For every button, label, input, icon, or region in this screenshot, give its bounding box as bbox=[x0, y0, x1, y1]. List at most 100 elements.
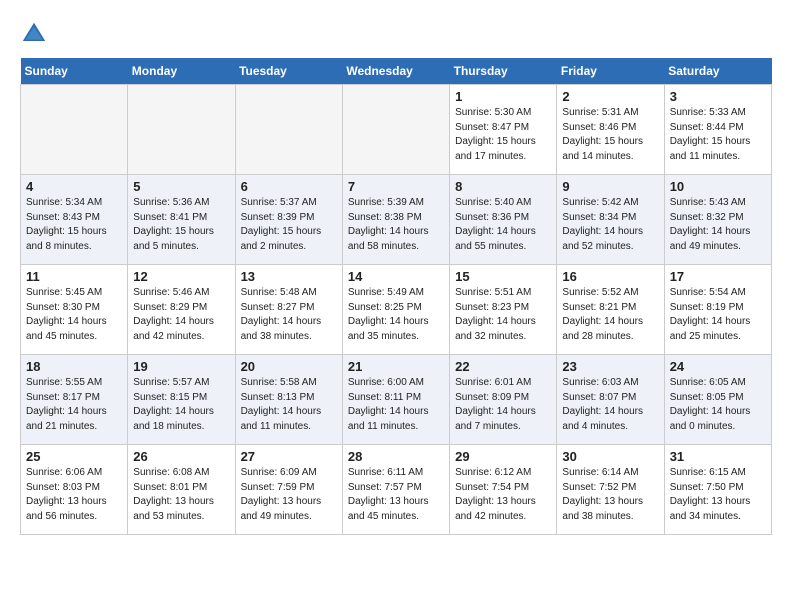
day-number: 22 bbox=[455, 359, 551, 374]
calendar-cell: 3 Sunrise: 5:33 AM Sunset: 8:44 PM Daylig… bbox=[664, 85, 771, 175]
calendar-cell: 29 Sunrise: 6:12 AM Sunset: 7:54 PM Dayli… bbox=[450, 445, 557, 535]
day-info: Sunrise: 5:45 AM Sunset: 8:30 PM Dayligh… bbox=[26, 286, 122, 344]
calendar-cell: 11 Sunrise: 5:45 AM Sunset: 8:30 PM Dayli… bbox=[21, 265, 128, 355]
calendar-cell: 21 Sunrise: 6:00 AM Sunset: 8:11 PM Dayli… bbox=[342, 355, 449, 445]
calendar-cell: 18Sunrise: 5:55 AM Sunset: 8:17 PM Dayli… bbox=[21, 355, 128, 445]
day-number: 9 bbox=[562, 179, 658, 194]
day-number: 4 bbox=[26, 179, 122, 194]
day-info: Sunrise: 6:00 AM Sunset: 8:11 PM Dayligh… bbox=[348, 376, 444, 434]
day-number: 12 bbox=[133, 269, 229, 284]
calendar-cell bbox=[21, 85, 128, 175]
day-number: 5 bbox=[133, 179, 229, 194]
day-info: Sunrise: 6:01 AM Sunset: 8:09 PM Dayligh… bbox=[455, 376, 551, 434]
calendar-cell: 4 Sunrise: 5:34 AM Sunset: 8:43 PM Daylig… bbox=[21, 175, 128, 265]
logo bbox=[20, 20, 52, 48]
day-info: Sunrise: 5:57 AM Sunset: 8:15 PM Dayligh… bbox=[133, 376, 229, 434]
weekday-header-thursday: Thursday bbox=[450, 58, 557, 85]
calendar-cell: 1Sunrise: 5:30 AM Sunset: 8:47 PM Daylig… bbox=[450, 85, 557, 175]
week-row-2: 4 Sunrise: 5:34 AM Sunset: 8:43 PM Daylig… bbox=[21, 175, 772, 265]
day-number: 7 bbox=[348, 179, 444, 194]
calendar-cell: 22 Sunrise: 6:01 AM Sunset: 8:09 PM Dayli… bbox=[450, 355, 557, 445]
calendar-cell: 9 Sunrise: 5:42 AM Sunset: 8:34 PM Daylig… bbox=[557, 175, 664, 265]
calendar-cell: 19 Sunrise: 5:57 AM Sunset: 8:15 PM Dayli… bbox=[128, 355, 235, 445]
day-number: 18 bbox=[26, 359, 122, 374]
weekday-header-sunday: Sunday bbox=[21, 58, 128, 85]
logo-icon bbox=[20, 20, 48, 48]
calendar-cell bbox=[128, 85, 235, 175]
day-info: Sunrise: 6:11 AM Sunset: 7:57 PM Dayligh… bbox=[348, 466, 444, 524]
day-number: 21 bbox=[348, 359, 444, 374]
weekday-header-friday: Friday bbox=[557, 58, 664, 85]
weekday-header-tuesday: Tuesday bbox=[235, 58, 342, 85]
day-info: Sunrise: 5:36 AM Sunset: 8:41 PM Dayligh… bbox=[133, 196, 229, 254]
day-info: Sunrise: 5:42 AM Sunset: 8:34 PM Dayligh… bbox=[562, 196, 658, 254]
day-number: 28 bbox=[348, 449, 444, 464]
day-number: 30 bbox=[562, 449, 658, 464]
day-number: 27 bbox=[241, 449, 337, 464]
day-number: 13 bbox=[241, 269, 337, 284]
day-number: 2 bbox=[562, 89, 658, 104]
week-row-1: 1Sunrise: 5:30 AM Sunset: 8:47 PM Daylig… bbox=[21, 85, 772, 175]
day-info: Sunrise: 5:39 AM Sunset: 8:38 PM Dayligh… bbox=[348, 196, 444, 254]
day-number: 19 bbox=[133, 359, 229, 374]
day-info: Sunrise: 5:48 AM Sunset: 8:27 PM Dayligh… bbox=[241, 286, 337, 344]
day-info: Sunrise: 5:31 AM Sunset: 8:46 PM Dayligh… bbox=[562, 106, 658, 164]
calendar-cell: 16Sunrise: 5:52 AM Sunset: 8:21 PM Dayli… bbox=[557, 265, 664, 355]
day-number: 1 bbox=[455, 89, 551, 104]
day-info: Sunrise: 5:34 AM Sunset: 8:43 PM Dayligh… bbox=[26, 196, 122, 254]
calendar-cell: 7 Sunrise: 5:39 AM Sunset: 8:38 PM Daylig… bbox=[342, 175, 449, 265]
day-info: Sunrise: 5:58 AM Sunset: 8:13 PM Dayligh… bbox=[241, 376, 337, 434]
day-info: Sunrise: 6:15 AM Sunset: 7:50 PM Dayligh… bbox=[670, 466, 766, 524]
day-info: Sunrise: 5:33 AM Sunset: 8:44 PM Dayligh… bbox=[670, 106, 766, 164]
calendar-cell: 6Sunrise: 5:37 AM Sunset: 8:39 PM Daylig… bbox=[235, 175, 342, 265]
day-number: 24 bbox=[670, 359, 766, 374]
calendar-cell: 27Sunrise: 6:09 AM Sunset: 7:59 PM Dayli… bbox=[235, 445, 342, 535]
calendar-cell: 10Sunrise: 5:43 AM Sunset: 8:32 PM Dayli… bbox=[664, 175, 771, 265]
calendar-cell: 14Sunrise: 5:49 AM Sunset: 8:25 PM Dayli… bbox=[342, 265, 449, 355]
day-number: 23 bbox=[562, 359, 658, 374]
weekday-header-saturday: Saturday bbox=[664, 58, 771, 85]
weekday-header-wednesday: Wednesday bbox=[342, 58, 449, 85]
calendar-cell: 2 Sunrise: 5:31 AM Sunset: 8:46 PM Daylig… bbox=[557, 85, 664, 175]
day-info: Sunrise: 6:05 AM Sunset: 8:05 PM Dayligh… bbox=[670, 376, 766, 434]
day-number: 11 bbox=[26, 269, 122, 284]
calendar-cell: 25 Sunrise: 6:06 AM Sunset: 8:03 PM Dayli… bbox=[21, 445, 128, 535]
day-info: Sunrise: 6:12 AM Sunset: 7:54 PM Dayligh… bbox=[455, 466, 551, 524]
calendar-table: SundayMondayTuesdayWednesdayThursdayFrid… bbox=[20, 58, 772, 535]
calendar-cell: 28 Sunrise: 6:11 AM Sunset: 7:57 PM Dayli… bbox=[342, 445, 449, 535]
day-info: Sunrise: 6:08 AM Sunset: 8:01 PM Dayligh… bbox=[133, 466, 229, 524]
day-number: 3 bbox=[670, 89, 766, 104]
calendar-cell: 13 Sunrise: 5:48 AM Sunset: 8:27 PM Dayli… bbox=[235, 265, 342, 355]
weekday-header-monday: Monday bbox=[128, 58, 235, 85]
calendar-cell: 23Sunrise: 6:03 AM Sunset: 8:07 PM Dayli… bbox=[557, 355, 664, 445]
calendar-cell: 26 Sunrise: 6:08 AM Sunset: 8:01 PM Dayli… bbox=[128, 445, 235, 535]
day-info: Sunrise: 5:40 AM Sunset: 8:36 PM Dayligh… bbox=[455, 196, 551, 254]
day-number: 15 bbox=[455, 269, 551, 284]
day-number: 29 bbox=[455, 449, 551, 464]
day-info: Sunrise: 6:06 AM Sunset: 8:03 PM Dayligh… bbox=[26, 466, 122, 524]
day-number: 17 bbox=[670, 269, 766, 284]
day-info: Sunrise: 5:46 AM Sunset: 8:29 PM Dayligh… bbox=[133, 286, 229, 344]
calendar-cell: 17Sunrise: 5:54 AM Sunset: 8:19 PM Dayli… bbox=[664, 265, 771, 355]
day-number: 25 bbox=[26, 449, 122, 464]
week-row-3: 11 Sunrise: 5:45 AM Sunset: 8:30 PM Dayli… bbox=[21, 265, 772, 355]
calendar-cell bbox=[342, 85, 449, 175]
day-info: Sunrise: 5:37 AM Sunset: 8:39 PM Dayligh… bbox=[241, 196, 337, 254]
calendar-cell: 24 Sunrise: 6:05 AM Sunset: 8:05 PM Dayli… bbox=[664, 355, 771, 445]
day-number: 16 bbox=[562, 269, 658, 284]
day-info: Sunrise: 6:14 AM Sunset: 7:52 PM Dayligh… bbox=[562, 466, 658, 524]
day-number: 26 bbox=[133, 449, 229, 464]
week-row-4: 18Sunrise: 5:55 AM Sunset: 8:17 PM Dayli… bbox=[21, 355, 772, 445]
day-number: 10 bbox=[670, 179, 766, 194]
day-number: 20 bbox=[241, 359, 337, 374]
calendar-cell bbox=[235, 85, 342, 175]
page-header bbox=[20, 20, 772, 48]
day-number: 31 bbox=[670, 449, 766, 464]
day-number: 8 bbox=[455, 179, 551, 194]
calendar-cell: 12 Sunrise: 5:46 AM Sunset: 8:29 PM Dayli… bbox=[128, 265, 235, 355]
weekday-header-row: SundayMondayTuesdayWednesdayThursdayFrid… bbox=[21, 58, 772, 85]
day-info: Sunrise: 5:51 AM Sunset: 8:23 PM Dayligh… bbox=[455, 286, 551, 344]
calendar-cell: 30 Sunrise: 6:14 AM Sunset: 7:52 PM Dayli… bbox=[557, 445, 664, 535]
day-info: Sunrise: 5:49 AM Sunset: 8:25 PM Dayligh… bbox=[348, 286, 444, 344]
calendar-cell: 31 Sunrise: 6:15 AM Sunset: 7:50 PM Dayli… bbox=[664, 445, 771, 535]
